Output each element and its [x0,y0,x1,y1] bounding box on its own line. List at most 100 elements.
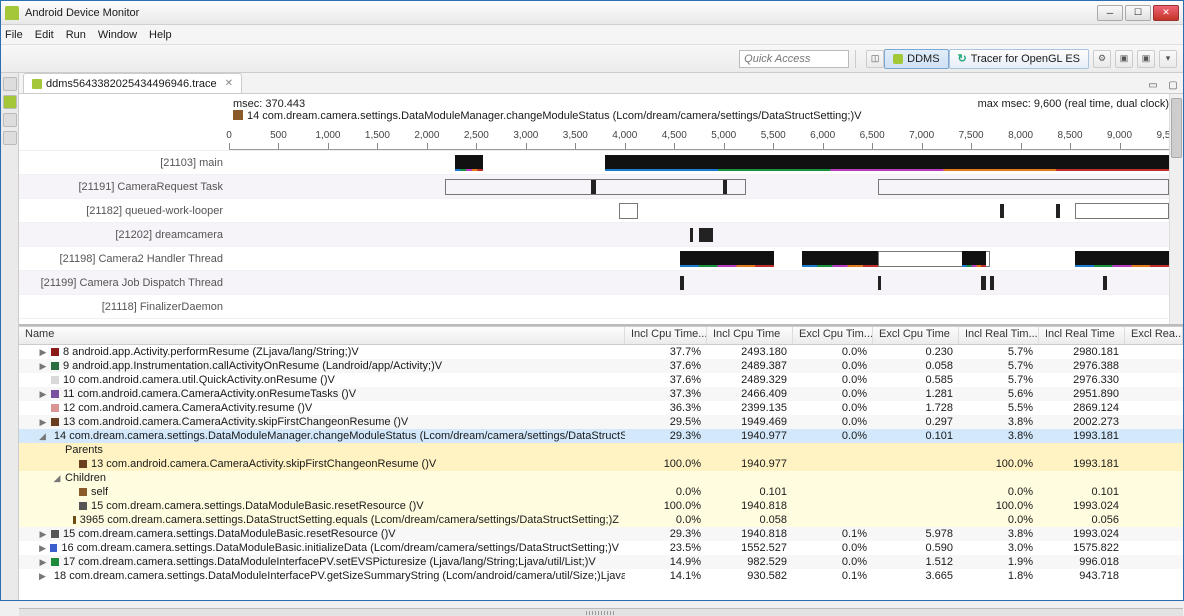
thread-row[interactable]: [21182] queued-work-looper [19,199,1183,223]
table-row[interactable]: ▶8 android.app.Activity.performResume (Z… [19,345,1183,359]
quick-access-input[interactable] [739,50,849,68]
expand-icon[interactable]: ▶ [39,571,46,582]
col-incl-real[interactable]: Incl Real Time [1039,327,1125,344]
scrollbar-thumb[interactable] [1171,98,1182,158]
cell-value: 996.018 [1039,556,1125,568]
toolbar-icon-1[interactable]: ⚙ [1093,50,1111,68]
expand-icon[interactable]: ▶ [39,389,47,400]
cell-value: 0.297 [873,416,959,428]
thread-row[interactable]: [21199] Camera Job Dispatch Thread [19,271,1183,295]
table-row[interactable]: ▶11 com.android.camera.CameraActivity.on… [19,387,1183,401]
thread-plot[interactable] [229,178,1169,196]
table-row[interactable]: ▶17 com.dream.camera.settings.DataModule… [19,555,1183,569]
cell-name: ▶11 com.android.camera.CameraActivity.on… [19,388,625,400]
expand-icon[interactable]: ▶ [39,347,47,358]
perspective-ddms[interactable]: DDMS [884,49,948,69]
expand-icon[interactable]: ◢ [39,431,46,442]
menu-run[interactable]: Run [66,29,86,41]
refresh-icon: ↻ [958,52,967,65]
method-color-swatch [51,348,59,356]
table-row[interactable]: Parents [19,443,1183,457]
method-color-swatch [51,362,59,370]
cell-value: 29.3% [625,528,707,540]
table-row[interactable]: ▶15 com.dream.camera.settings.DataModule… [19,527,1183,541]
table-row[interactable]: ◢14 com.dream.camera.settings.DataModule… [19,429,1183,443]
col-excl-real[interactable]: Excl Rea... [1125,327,1183,344]
toolbar-icon-2[interactable]: ▣ [1115,50,1133,68]
thread-timelines[interactable]: [21103] main [21191] CameraRequest Task [2… [19,150,1183,324]
maximize-button[interactable]: ☐ [1125,5,1151,21]
tab-max-icon[interactable]: ▢ [1165,77,1181,93]
table-row[interactable]: 12 com.android.camera.CameraActivity.res… [19,401,1183,415]
expand-icon[interactable]: ▶ [39,361,47,372]
col-name[interactable]: Name [19,327,625,344]
table-row[interactable]: ◢Children [19,471,1183,485]
thread-row[interactable]: [21118] FinalizerDaemon [19,295,1183,319]
cell-value: 3.8% [959,430,1039,442]
thread-row[interactable]: [21103] main [19,151,1183,175]
table-row[interactable]: ▶16 com.dream.camera.settings.DataModule… [19,541,1183,555]
bottom-splitter[interactable] [19,608,1183,616]
ddms-icon [893,54,903,64]
cell-value: 100.0% [625,500,707,512]
method-color-swatch [51,376,59,384]
menu-help[interactable]: Help [149,29,172,41]
method-color-swatch [51,390,59,398]
menu-edit[interactable]: Edit [35,29,54,41]
time-ruler[interactable]: 05001,0001,5002,0002,5003,0003,5004,0004… [229,124,1169,150]
thread-row[interactable]: [21191] CameraRequest Task [19,175,1183,199]
close-tab-icon[interactable]: ✕ [225,78,233,89]
col-excl-cpu[interactable]: Excl Cpu Time [873,327,959,344]
table-row[interactable]: self0.0%0.1010.0%0.101 [19,485,1183,499]
thread-plot[interactable] [229,274,1169,292]
thread-plot[interactable] [229,298,1169,316]
expand-icon[interactable]: ▶ [39,557,47,568]
expand-icon[interactable]: ▶ [39,529,47,540]
cell-value: 5.7% [959,346,1039,358]
table-row[interactable]: 15 com.dream.camera.settings.DataModuleB… [19,499,1183,513]
table-body[interactable]: ▶8 android.app.Activity.performResume (Z… [19,345,1183,608]
thread-plot[interactable] [229,154,1169,172]
toolbar-icon-4[interactable]: ▾ [1159,50,1177,68]
menu-window[interactable]: Window [98,29,137,41]
menubar: File Edit Run Window Help [1,25,1183,45]
table-row[interactable]: 10 com.android.camera.util.QuickActivity… [19,373,1183,387]
expand-icon[interactable]: ▶ [39,543,46,554]
toolbar-icon-3[interactable]: ▣ [1137,50,1155,68]
thread-row[interactable]: [21198] Camera2 Handler Thread [19,247,1183,271]
thread-row[interactable]: [21202] dreamcamera [19,223,1183,247]
thread-name: [21191] CameraRequest Task [19,181,229,193]
grip-icon [586,611,616,615]
vertical-scrollbar[interactable] [1169,94,1183,324]
thread-plot[interactable] [229,226,1169,244]
menu-file[interactable]: File [5,29,23,41]
minimize-button[interactable]: ─ [1097,5,1123,21]
cell-value: 14.1% [625,570,707,582]
thread-plot[interactable] [229,202,1169,220]
method-color-swatch [79,488,87,496]
cell-value: 2493.180 [707,346,793,358]
cell-name: ▶8 android.app.Activity.performResume (Z… [19,346,625,358]
table-row[interactable]: ▶13 com.android.camera.CameraActivity.sk… [19,415,1183,429]
table-row[interactable]: 13 com.android.camera.CameraActivity.ski… [19,457,1183,471]
open-perspective-button[interactable]: ◫ [866,50,884,68]
expand-icon[interactable]: ▶ [39,417,47,428]
strip-icon-1[interactable] [3,77,17,91]
close-button[interactable]: ✕ [1153,5,1179,21]
table-row[interactable]: ▶9 android.app.Instrumentation.callActiv… [19,359,1183,373]
table-row[interactable]: ▶18 com.dream.camera.settings.DataModule… [19,569,1183,583]
trace-tab[interactable]: ddms5643382025434496946.trace ✕ [23,73,242,93]
strip-icon-3[interactable] [3,113,17,127]
cell-value: 2466.409 [707,388,793,400]
col-incl-real-pct[interactable]: Incl Real Tim... [959,327,1039,344]
perspective-tracer[interactable]: ↻ Tracer for OpenGL ES [949,49,1089,69]
table-row[interactable]: 3965 com.dream.camera.settings.DataStruc… [19,513,1183,527]
col-incl-cpu-pct[interactable]: Incl Cpu Time... [625,327,707,344]
expand-icon[interactable]: ◢ [53,473,61,484]
thread-plot[interactable] [229,250,1169,268]
strip-icon-4[interactable] [3,131,17,145]
col-excl-cpu-pct[interactable]: Excl Cpu Tim... [793,327,873,344]
tab-min-icon[interactable]: ▭ [1145,77,1161,93]
strip-icon-android[interactable] [3,95,17,109]
col-incl-cpu[interactable]: Incl Cpu Time [707,327,793,344]
